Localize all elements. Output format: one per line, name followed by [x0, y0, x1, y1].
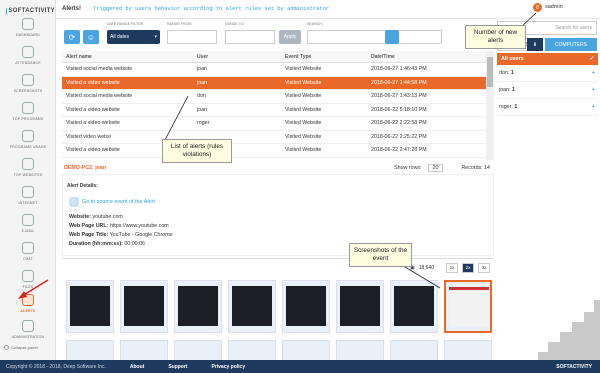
- callout-arrows: [18, 12, 537, 299]
- decorative-stairs: [538, 300, 600, 360]
- callout-screenshots: Screenshots of the event: [349, 243, 412, 267]
- callout-new-alerts: Number of new alerts: [465, 25, 526, 49]
- callout-alert-list: List of alerts (rules violations): [162, 139, 232, 163]
